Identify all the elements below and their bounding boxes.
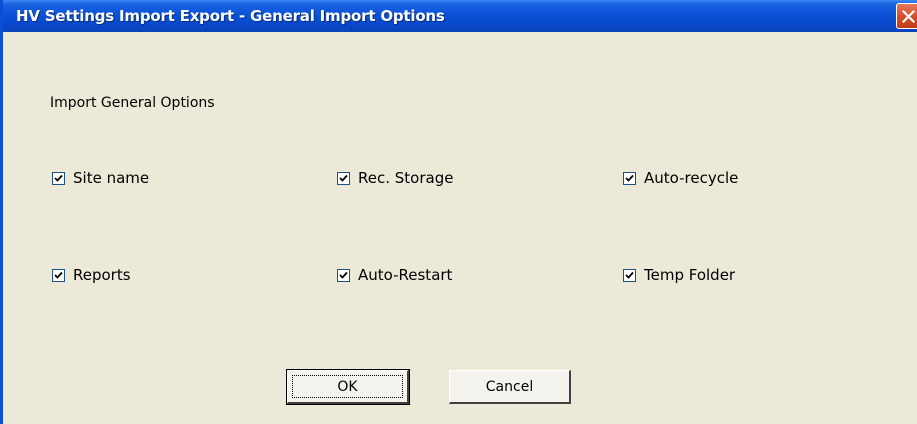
auto-recycle-checkbox[interactable] bbox=[623, 171, 636, 185]
option-reports[interactable]: Reports bbox=[52, 266, 131, 284]
close-button[interactable] bbox=[896, 3, 917, 29]
checkmark-icon bbox=[625, 271, 634, 279]
option-site-name[interactable]: Site name bbox=[52, 169, 149, 187]
checkmark-icon bbox=[339, 271, 348, 279]
checkmark-icon bbox=[625, 174, 634, 182]
checkmark-icon bbox=[54, 271, 63, 279]
option-rec-storage[interactable]: Rec. Storage bbox=[337, 169, 453, 187]
auto-restart-label: Auto-Restart bbox=[358, 266, 453, 284]
reports-label: Reports bbox=[73, 266, 131, 284]
window-title: HV Settings Import Export - General Impo… bbox=[16, 7, 445, 25]
cancel-button-label: Cancel bbox=[485, 378, 534, 395]
dialog-window: HV Settings Import Export - General Impo… bbox=[0, 0, 917, 424]
rec-storage-checkbox[interactable] bbox=[337, 171, 350, 185]
site-name-label: Site name bbox=[73, 169, 150, 187]
temp-folder-checkbox[interactable] bbox=[623, 268, 636, 282]
ok-button[interactable]: OK bbox=[286, 369, 410, 405]
site-name-checkbox[interactable] bbox=[52, 171, 65, 185]
auto-recycle-label: Auto-recycle bbox=[644, 169, 739, 187]
focus-rectangle bbox=[292, 375, 403, 398]
option-auto-restart[interactable]: Auto-Restart bbox=[337, 266, 452, 284]
temp-folder-label: Temp Folder bbox=[644, 266, 736, 284]
auto-restart-checkbox[interactable] bbox=[337, 268, 350, 282]
option-auto-recycle[interactable]: Auto-recycle bbox=[623, 169, 738, 187]
checkmark-icon bbox=[54, 174, 63, 182]
group-label: Import General Options bbox=[50, 95, 215, 111]
option-temp-folder[interactable]: Temp Folder bbox=[623, 266, 735, 284]
checkmark-icon bbox=[339, 174, 348, 182]
title-bar[interactable]: HV Settings Import Export - General Impo… bbox=[3, 0, 917, 32]
reports-checkbox[interactable] bbox=[52, 268, 65, 282]
close-icon bbox=[902, 10, 915, 23]
cancel-button[interactable]: Cancel bbox=[449, 370, 571, 404]
rec-storage-label: Rec. Storage bbox=[358, 169, 454, 187]
